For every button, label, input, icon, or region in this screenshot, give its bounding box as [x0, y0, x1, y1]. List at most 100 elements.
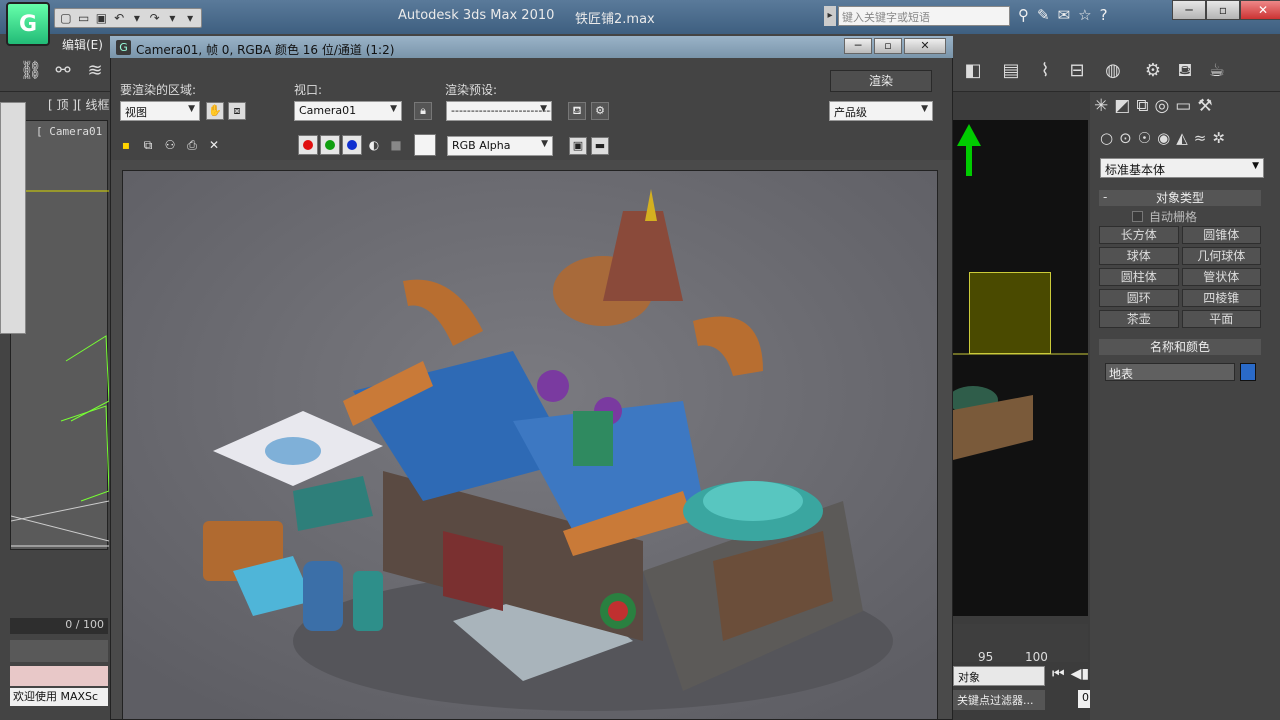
- clone-frame-icon[interactable]: ⚇: [162, 137, 178, 153]
- favorites-star-icon[interactable]: ☆: [1078, 6, 1091, 24]
- render-production-icon[interactable]: ☕: [1202, 56, 1232, 86]
- cylinder-button[interactable]: 圆柱体: [1099, 268, 1179, 286]
- box-button[interactable]: 长方体: [1099, 226, 1179, 244]
- motion-tab-icon[interactable]: ◎: [1154, 96, 1169, 116]
- geometry-category-dropdown[interactable]: 标准基本体 ▼: [1100, 158, 1264, 178]
- mirror-icon[interactable]: ◧: [958, 56, 988, 86]
- undo-dropdown-icon[interactable]: ▾: [129, 10, 145, 26]
- floating-scrollbar[interactable]: [0, 102, 26, 334]
- right-timeline[interactable]: [953, 624, 1088, 662]
- subscription-icon[interactable]: ✎: [1037, 6, 1050, 24]
- rf-minimize-button[interactable]: ─: [844, 38, 872, 54]
- render-quality-dropdown[interactable]: 产品级 ▼: [829, 101, 933, 121]
- render-preset-dropdown[interactable]: ---------------------------- ▼: [446, 101, 552, 121]
- copy-image-icon[interactable]: ⧉: [140, 137, 156, 153]
- maxscript-status[interactable]: 欢迎使用 MAXSc: [10, 688, 108, 706]
- go-to-start-icon[interactable]: ⏮: [1052, 666, 1065, 682]
- area-to-render-dropdown[interactable]: 视图 ▼: [120, 101, 200, 121]
- render-setup-icon[interactable]: ⚙: [1138, 56, 1168, 86]
- shapes-icon[interactable]: ⊙: [1119, 129, 1132, 147]
- key-selection-dropdown[interactable]: 对象: [953, 666, 1045, 686]
- hierarchy-tab-icon[interactable]: ⧉: [1136, 96, 1148, 116]
- schematic-view-icon[interactable]: ⊟: [1062, 56, 1092, 86]
- curve-editor-icon[interactable]: ⌇: [1030, 56, 1060, 86]
- geosphere-button[interactable]: 几何球体: [1181, 247, 1261, 265]
- render-button[interactable]: 渲染: [830, 70, 932, 92]
- unlink-icon[interactable]: ⚯: [48, 56, 78, 86]
- rendered-image[interactable]: [122, 170, 938, 720]
- geometry-icon[interactable]: ○: [1100, 129, 1113, 147]
- autogrid-checkbox[interactable]: [1132, 211, 1143, 222]
- alpha-channel-icon[interactable]: ◐: [366, 137, 382, 153]
- plane-button[interactable]: 平面: [1181, 310, 1261, 328]
- binoculars-icon[interactable]: ⚲: [1018, 6, 1029, 24]
- print-image-icon[interactable]: ⎙: [184, 137, 200, 153]
- rollout-collapse-icon[interactable]: -: [1103, 190, 1107, 204]
- utilities-tab-icon[interactable]: ⚒: [1197, 96, 1212, 116]
- move-gizmo-y-axis[interactable]: [957, 124, 981, 176]
- left-viewport-camera-label[interactable]: [ Camera01: [36, 125, 102, 138]
- object-color-swatch[interactable]: [1240, 363, 1256, 381]
- rf-close-button[interactable]: ✕: [904, 38, 946, 54]
- clear-image-icon[interactable]: ✕: [206, 137, 222, 153]
- key-filters-button[interactable]: 关键点过滤器...: [953, 690, 1045, 710]
- environment-effects-icon[interactable]: ⚙: [591, 102, 609, 120]
- redo-dropdown-icon[interactable]: ▾: [165, 10, 181, 26]
- lock-viewport-icon[interactable]: 🔒︎: [414, 102, 432, 120]
- rf-maximize-button[interactable]: ▫: [874, 38, 902, 54]
- teapot-button[interactable]: 茶壶: [1099, 310, 1179, 328]
- cameras-icon[interactable]: ◉: [1157, 129, 1170, 147]
- app-logo-icon[interactable]: G: [6, 2, 50, 46]
- monochrome-icon[interactable]: ■: [388, 137, 404, 153]
- object-name-input[interactable]: 地表: [1105, 363, 1235, 381]
- spacewarps-icon[interactable]: ≈: [1194, 129, 1207, 147]
- previous-frame-icon[interactable]: ◀▮: [1071, 666, 1089, 682]
- helpers-icon[interactable]: ◭: [1176, 129, 1188, 147]
- systems-icon[interactable]: ✲: [1212, 129, 1225, 147]
- track-bar[interactable]: [10, 640, 108, 662]
- autogrid-checkbox-row[interactable]: 自动栅格: [1132, 208, 1197, 225]
- left-viewport-label[interactable]: [ 顶 ][ 线框: [48, 96, 110, 113]
- red-channel-toggle[interactable]: [298, 135, 318, 155]
- auto-region-icon[interactable]: ⧈: [228, 102, 246, 120]
- toggle-ui-overlay-icon[interactable]: ▣: [569, 137, 587, 155]
- save-file-icon[interactable]: ▣: [94, 10, 110, 26]
- layer-manager-icon[interactable]: ▤: [996, 56, 1026, 86]
- communication-icon[interactable]: ✉: [1058, 6, 1071, 24]
- open-file-icon[interactable]: ▭: [76, 10, 92, 26]
- color-swatch-white[interactable]: [414, 134, 436, 156]
- pyramid-button[interactable]: 四棱锥: [1181, 289, 1261, 307]
- minimize-button[interactable]: ─: [1172, 0, 1206, 20]
- time-slider[interactable]: 0 / 100: [10, 618, 108, 634]
- bind-spacewarp-icon[interactable]: ≋: [80, 56, 110, 86]
- create-tab-icon[interactable]: ✳: [1094, 96, 1108, 116]
- maxscript-listener-field[interactable]: [10, 666, 108, 686]
- redo-icon[interactable]: ↷: [147, 10, 163, 26]
- maximize-button[interactable]: ▫: [1206, 0, 1240, 20]
- green-channel-toggle[interactable]: [320, 135, 340, 155]
- name-color-rollout-header[interactable]: 名称和颜色: [1099, 339, 1261, 355]
- select-link-icon[interactable]: ⛓: [16, 56, 46, 86]
- viewport-dropdown[interactable]: Camera01 ▼: [294, 101, 402, 121]
- sphere-button[interactable]: 球体: [1099, 247, 1179, 265]
- toggle-ui-icon[interactable]: ▬: [591, 137, 609, 155]
- render-setup-small-icon[interactable]: ⛾: [568, 102, 586, 120]
- search-input[interactable]: 键入关键字或短语: [838, 6, 1010, 26]
- display-channel-dropdown[interactable]: RGB Alpha ▼: [447, 136, 553, 156]
- cone-button[interactable]: 圆锥体: [1181, 226, 1261, 244]
- menu-edit[interactable]: 编辑(E): [62, 36, 103, 53]
- blue-channel-toggle[interactable]: [342, 135, 362, 155]
- torus-button[interactable]: 圆环: [1099, 289, 1179, 307]
- lights-icon[interactable]: ☉: [1138, 129, 1151, 147]
- edit-region-icon[interactable]: ✋: [206, 102, 224, 120]
- close-button[interactable]: ✕: [1240, 0, 1280, 20]
- search-expand-icon[interactable]: ▸: [824, 6, 836, 26]
- tube-button[interactable]: 管状体: [1181, 268, 1261, 286]
- object-type-rollout-header[interactable]: 对象类型: [1099, 190, 1261, 206]
- customize-dropdown-icon[interactable]: ▾: [182, 10, 198, 26]
- new-file-icon[interactable]: ▢: [58, 10, 74, 26]
- material-editor-icon[interactable]: ◍: [1098, 56, 1128, 86]
- undo-icon[interactable]: ↶: [111, 10, 127, 26]
- rendered-frame-window-icon[interactable]: ⛾: [1170, 56, 1200, 86]
- display-tab-icon[interactable]: ▭: [1175, 96, 1191, 116]
